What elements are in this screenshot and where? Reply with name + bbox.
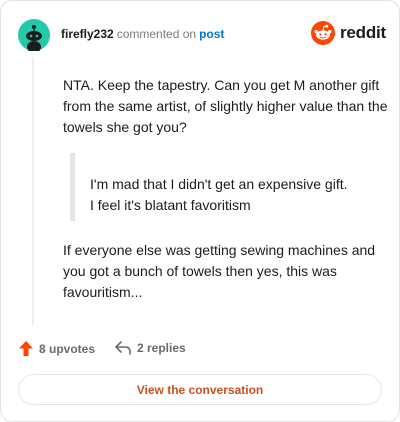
blockquote-line: I feel it's blatant favoritism — [90, 197, 251, 213]
blockquote-text: I'm mad that I didn't get an expensive g… — [90, 174, 380, 216]
comment-paragraph: NTA. Keep the tapestry. Can you get M an… — [63, 77, 388, 135]
blockquote-bar — [70, 153, 75, 221]
embedded-comment-card: firefly232 commented on post reddit NTA. K… — [0, 0, 400, 422]
reply-icon — [115, 341, 131, 355]
comment-paragraph: If everyone else was getting sewing mach… — [63, 242, 376, 300]
view-conversation-button[interactable]: View the conversation — [18, 374, 382, 405]
replies-button[interactable]: 2 replies — [115, 341, 186, 355]
upvote-count: 8 upvotes — [39, 341, 96, 356]
snoo-avatar-icon[interactable] — [18, 19, 50, 53]
reddit-logo[interactable]: reddit — [311, 21, 386, 45]
upvote-arrow-icon — [19, 341, 33, 356]
thread-line[interactable] — [32, 57, 34, 325]
blockquote-line: I'm mad that I didn't get an expensive g… — [90, 176, 348, 192]
brand-wordmark: reddit — [340, 23, 387, 42]
comment-header: firefly232 commented on post — [61, 26, 224, 42]
post-link[interactable]: post — [199, 27, 224, 41]
upvote-button[interactable]: 8 upvotes — [19, 341, 95, 356]
replies-count: 2 replies — [137, 341, 186, 355]
username-link[interactable]: firefly232 — [61, 27, 114, 41]
reddit-alien-icon — [311, 21, 335, 45]
action-text: commented on — [116, 27, 197, 41]
